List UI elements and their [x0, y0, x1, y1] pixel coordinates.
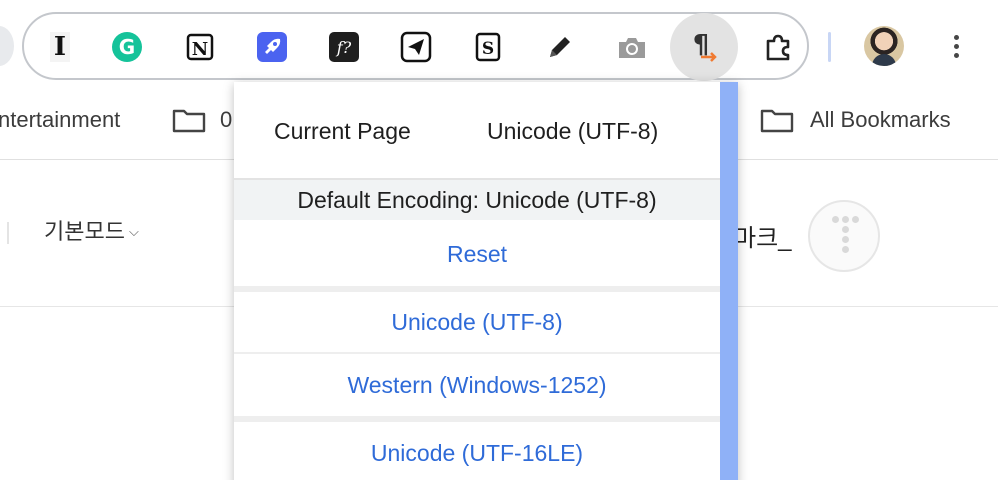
- svg-text:S: S: [482, 39, 494, 59]
- bookmark-label: 0: [220, 107, 233, 132]
- encoding-option-utf8[interactable]: Unicode (UTF-8): [234, 292, 720, 352]
- profile-avatar[interactable]: [864, 26, 904, 66]
- svg-text:N: N: [192, 39, 208, 60]
- current-page-label: Current Page: [274, 118, 411, 144]
- pilcrow-arrow-icon[interactable]: ¶: [670, 13, 738, 81]
- svg-text:¶: ¶: [693, 30, 710, 60]
- toolbar-divider: [828, 32, 831, 62]
- pencil-icon[interactable]: [536, 23, 584, 71]
- more-menu-icon[interactable]: [944, 26, 968, 66]
- notion-icon[interactable]: N: [176, 23, 224, 71]
- mode-dropdown[interactable]: 기본모드 ⌵: [44, 214, 139, 246]
- bookmark-entertainment[interactable]: ntertainment: [0, 90, 120, 150]
- rocket-icon[interactable]: [248, 23, 296, 71]
- dots-logo-icon[interactable]: [808, 200, 880, 272]
- encoding-option-windows-1252[interactable]: Western (Windows-1252): [234, 354, 720, 416]
- chevron-down-icon: ⌵: [128, 224, 139, 239]
- separator: [7, 222, 9, 244]
- bookmark-folder-0[interactable]: 0: [172, 90, 232, 150]
- font-question-icon[interactable]: f?: [320, 23, 368, 71]
- encoding-option-utf16le[interactable]: Unicode (UTF-16LE): [234, 422, 720, 480]
- extensions-toolbar: I G N f? S ¶: [22, 12, 809, 81]
- svg-text:f?: f?: [336, 38, 352, 57]
- grammarly-icon[interactable]: G: [103, 23, 151, 71]
- reset-button[interactable]: Reset: [234, 222, 720, 286]
- mark-text: 마크_: [734, 225, 792, 252]
- bookmark-label: All Bookmarks: [810, 107, 951, 132]
- current-page-value: Unicode (UTF-8): [487, 118, 659, 144]
- s-notebook-icon[interactable]: S: [464, 23, 512, 71]
- popup-content: Current Page Unicode (UTF-8) Default Enc…: [234, 82, 720, 480]
- mode-label: 기본모드: [44, 219, 125, 244]
- paper-plane-icon[interactable]: [392, 23, 440, 71]
- bookmark-label: ntertainment: [0, 107, 121, 132]
- default-encoding-text: Default Encoding: Unicode (UTF-8): [234, 178, 720, 220]
- camera-icon[interactable]: [608, 23, 656, 71]
- bookmark-all-bookmarks[interactable]: All Bookmarks: [760, 90, 951, 150]
- folder-icon: [172, 109, 206, 133]
- popup-scrollbar[interactable]: [720, 82, 738, 480]
- partial-left-button[interactable]: [0, 26, 14, 66]
- current-page-row: Current Page Unicode (UTF-8): [234, 82, 720, 178]
- encoding-popup: Current Page Unicode (UTF-8) Default Enc…: [234, 82, 738, 480]
- i-beam-icon[interactable]: I: [36, 23, 84, 71]
- folder-icon: [760, 109, 794, 133]
- svg-text:G: G: [119, 35, 135, 59]
- puzzle-piece-icon[interactable]: [754, 23, 802, 71]
